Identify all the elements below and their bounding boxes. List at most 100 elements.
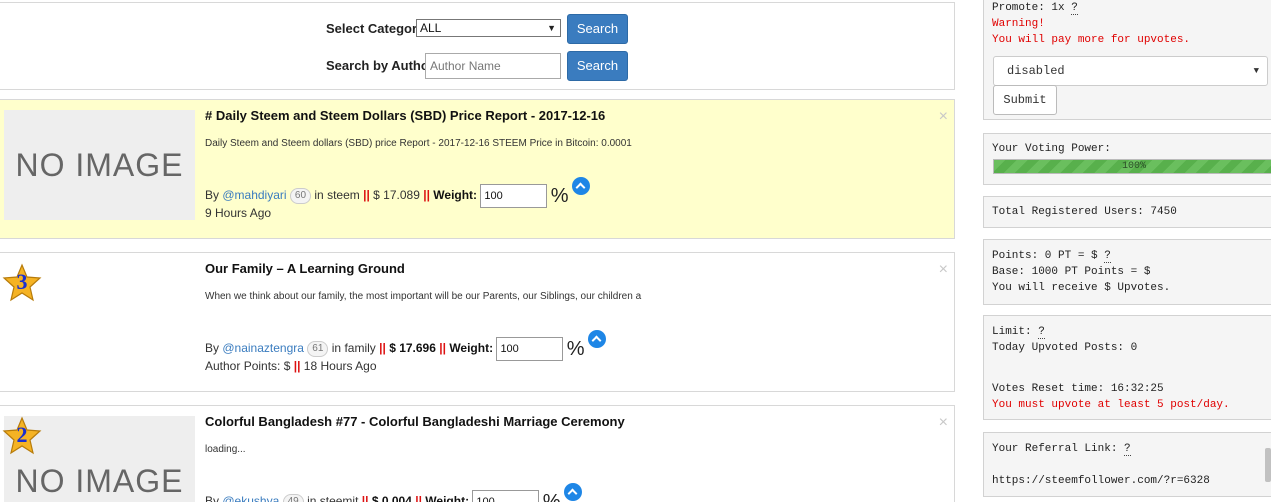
- registered-users-panel: Total Registered Users: 7450: [983, 196, 1271, 228]
- category-name: steem: [327, 188, 360, 202]
- promote-select-value: disabled: [1007, 64, 1065, 78]
- scrollbar-thumb[interactable]: [1265, 448, 1271, 482]
- post-author-points: Author Points: $ || 18 Hours Ago: [205, 359, 377, 373]
- weight-label: Weight:: [449, 341, 494, 355]
- reputation-badge: 61: [307, 341, 329, 357]
- close-icon[interactable]: ×: [939, 261, 948, 279]
- search-panel: Select Category: ALL ▼ Search Search by …: [0, 2, 955, 90]
- points-text: Points: 0 PT = $: [992, 250, 1098, 262]
- weight-input[interactable]: 100: [496, 336, 564, 361]
- registered-users: Total Registered Users: 7450: [992, 206, 1177, 218]
- limit-panel: Limit: ? Today Upvoted Posts: 0 Votes Re…: [983, 315, 1271, 420]
- post-card: 3 Our Family – A Learning Ground When we…: [0, 252, 955, 392]
- limit-line: Limit: ?: [992, 326, 1045, 339]
- voting-power-panel: Your Voting Power: 100%: [983, 133, 1271, 185]
- by-label: By: [205, 494, 220, 502]
- post-time: 18 Hours Ago: [303, 359, 377, 373]
- rank-star-badge: 2: [2, 416, 42, 456]
- category-label: Select Category:: [326, 21, 429, 36]
- voting-power-bar: 100%: [993, 159, 1271, 174]
- referral-panel: Your Referral Link: ? https://steemfollo…: [983, 432, 1271, 497]
- weight-input[interactable]: 100: [472, 489, 540, 502]
- help-icon[interactable]: ?: [1124, 443, 1131, 456]
- weight-label: Weight:: [425, 494, 470, 502]
- referral-url[interactable]: https://steemfollower.com/?r=6328: [992, 475, 1210, 487]
- author-label: Search by Author:: [326, 58, 439, 73]
- author-row: Search by Author: Author Name Search: [0, 51, 954, 81]
- help-icon[interactable]: ?: [1038, 326, 1045, 339]
- author-link[interactable]: @mahdiyari: [222, 188, 286, 202]
- post-title[interactable]: Our Family – A Learning Ground: [205, 261, 405, 276]
- category-search-button[interactable]: Search: [567, 14, 628, 44]
- weight-label: Weight:: [433, 188, 478, 202]
- upvote-button[interactable]: [587, 330, 606, 348]
- upvote-button[interactable]: [571, 177, 590, 195]
- promote-line: Promote: 1x ?: [992, 2, 1078, 15]
- help-icon[interactable]: ?: [1071, 2, 1078, 15]
- category-select[interactable]: ALL ▼: [416, 19, 561, 37]
- separator: ||: [439, 341, 446, 355]
- warning-title: Warning!: [992, 18, 1045, 30]
- rank-star-badge: 3: [2, 263, 42, 303]
- post-excerpt: When we think about our family, the most…: [205, 291, 642, 302]
- post-thumbnail[interactable]: NO IMAGE: [4, 110, 195, 220]
- warning-detail: You will pay more for upvotes.: [992, 34, 1191, 46]
- separator: ||: [363, 188, 370, 202]
- base-line: Base: 1000 PT Points = $: [992, 266, 1151, 278]
- submit-button[interactable]: Submit: [993, 85, 1057, 115]
- rank-number: 2: [16, 422, 28, 447]
- in-label: in: [331, 341, 342, 355]
- payout-value: $ 0.004: [371, 494, 412, 502]
- votes-reset-time: Votes Reset time: 16:32:25: [992, 383, 1164, 395]
- category-select-value: ALL: [420, 21, 442, 35]
- post-time: 9 Hours Ago: [205, 206, 272, 220]
- chevron-down-icon: ▼: [1253, 66, 1259, 76]
- author-points-label: Author Points: $: [205, 359, 291, 373]
- upvote-button[interactable]: [563, 483, 582, 501]
- by-label: By: [205, 341, 220, 355]
- post-card: NO IMAGE 2 Colorful Bangladesh #77 - Col…: [0, 405, 955, 502]
- today-upvoted: Today Upvoted Posts: 0: [992, 342, 1138, 354]
- author-search-button[interactable]: Search: [567, 51, 628, 81]
- rank-number: 3: [16, 269, 28, 294]
- payout-value: $ 17.696: [389, 341, 436, 355]
- referral-line: Your Referral Link: ?: [992, 443, 1131, 456]
- voting-power-text: 100%: [1121, 161, 1146, 172]
- points-line: Points: 0 PT = $ ?: [992, 250, 1111, 263]
- post-title[interactable]: Colorful Bangladesh #77 - Colorful Bangl…: [205, 414, 625, 429]
- promote-label: Promote: 1x: [992, 2, 1065, 14]
- post-meta: By @ekushya 49 in steemit || $ 0.004 || …: [205, 483, 582, 502]
- category-name: family: [344, 341, 376, 355]
- weight-input[interactable]: 100: [480, 183, 548, 208]
- author-link[interactable]: @nainaztengra: [222, 341, 304, 355]
- reputation-badge: 49: [282, 494, 304, 502]
- voting-power-label: Your Voting Power:: [992, 143, 1111, 155]
- percent-sign: %: [542, 490, 561, 502]
- close-icon[interactable]: ×: [939, 108, 948, 126]
- post-excerpt: loading...: [205, 444, 246, 455]
- separator: ||: [423, 188, 430, 202]
- chevron-down-icon: ▼: [547, 23, 556, 33]
- post-meta: By @mahdiyari 60 in steem || $ 17.089 ||…: [205, 177, 590, 208]
- percent-sign: %: [550, 184, 569, 207]
- percent-sign: %: [566, 337, 585, 360]
- in-label: in: [307, 494, 317, 502]
- receive-line: You will receive $ Upvotes.: [992, 282, 1171, 294]
- promote-select[interactable]: disabled ▼: [993, 56, 1268, 86]
- separator: ||: [361, 494, 369, 502]
- must-upvote-warning: You must upvote at least 5 post/day.: [992, 399, 1230, 411]
- limit-label: Limit:: [992, 326, 1032, 338]
- close-icon[interactable]: ×: [939, 414, 948, 432]
- category-name: steemit: [319, 494, 359, 502]
- help-icon[interactable]: ?: [1104, 250, 1111, 263]
- post-meta: By @nainaztengra 61 in family || $ 17.69…: [205, 330, 606, 361]
- payout-value: $ 17.089: [373, 188, 420, 202]
- by-label: By: [205, 188, 220, 202]
- post-title[interactable]: # Daily Steem and Steem Dollars (SBD) Pr…: [205, 108, 605, 123]
- promote-panel: Promote: 1x ? Warning! You will pay more…: [983, 0, 1271, 120]
- author-link[interactable]: @ekushya: [222, 494, 279, 502]
- author-search-input[interactable]: Author Name: [425, 53, 561, 79]
- in-label: in: [314, 188, 324, 202]
- referral-label: Your Referral Link:: [992, 443, 1118, 455]
- points-panel: Points: 0 PT = $ ? Base: 1000 PT Points …: [983, 239, 1271, 305]
